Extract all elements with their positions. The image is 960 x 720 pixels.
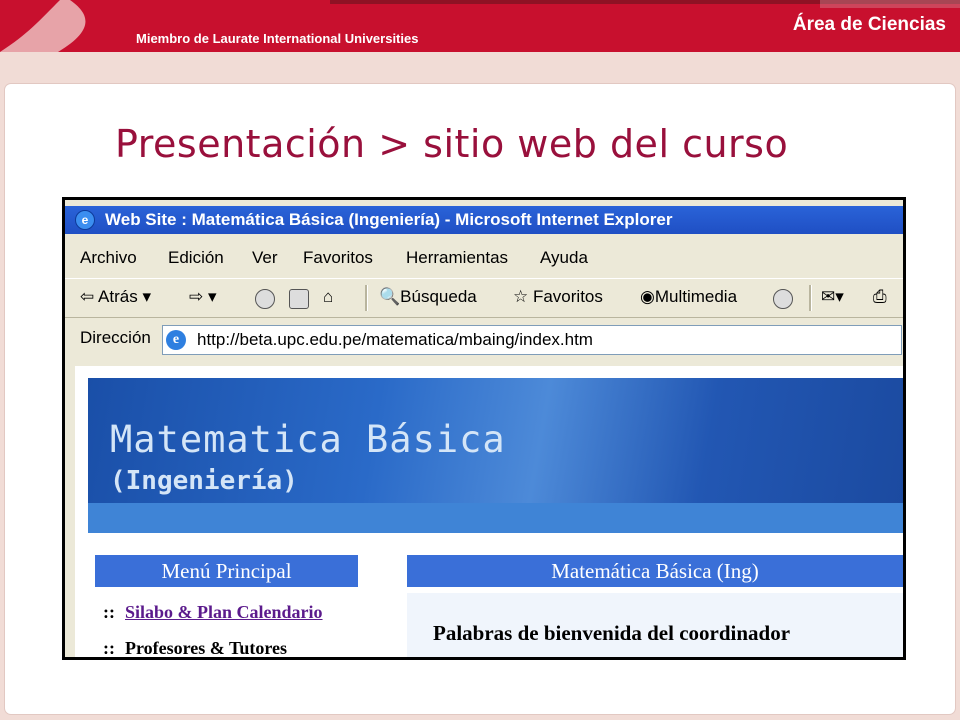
menu-herramientas[interactable]: Herramientas [406,248,508,268]
header-decoration [820,0,960,8]
browser-menu-bar: Archivo Edición Ver Favoritos Herramient… [65,242,903,274]
banner-title: Matematica Básica [110,418,506,461]
menu-item: :: Profesores & Tutores [103,638,287,658]
favorites-label: Favoritos [532,287,603,306]
multimedia-label: Multimedia [654,287,738,306]
back-label: Atrás [98,287,138,306]
menu-ver[interactable]: Ver [252,248,278,268]
slide-title: Presentación > sitio web del curso [115,122,789,166]
banner-stripe [88,503,903,533]
mail-icon[interactable]: ✉▾ [821,287,844,307]
favorites-button[interactable]: ☆ Favoritos [513,287,603,307]
area-title: Área de Ciencias [792,14,946,35]
site-banner: Matematica Básica (Ingeniería) [88,378,903,533]
print-icon[interactable]: ⎙ [873,287,887,307]
back-button[interactable]: ⇦ Atrás ▾ [80,287,151,307]
address-label: Dirección [80,328,151,347]
ie-icon: e [75,210,95,230]
menu-ayuda[interactable]: Ayuda [540,248,588,268]
star-icon: ☆ [513,287,533,306]
forward-button[interactable]: ⇨ ▾ [189,287,217,307]
browser-toolbar: ⇦ Atrás ▾ ⇨ ▾ ⌂ 🔍Búsqueda ☆ Favoritos ◉M… [65,278,903,318]
address-input[interactable]: e http://beta.upc.edu.pe/matematica/mbai… [162,325,902,355]
menu-item: :: Silabo & Plan Calendario [103,602,323,623]
multimedia-button[interactable]: ◉Multimedia [640,287,737,307]
browser-screenshot: e Web Site : Matemática Básica (Ingenier… [62,197,906,660]
search-label: Búsqueda [400,287,477,306]
slide-panel: Presentación > sitio web del curso e Web… [5,84,955,714]
search-icon: 🔍 [379,287,401,306]
media-icon: ◉ [640,287,655,306]
home-icon[interactable]: ⌂ [323,287,333,307]
address-url: http://beta.upc.edu.pe/matematica/mbaing… [197,330,593,349]
browser-title-bar: e Web Site : Matemática Básica (Ingenier… [65,206,903,234]
main-heading: Matemática Básica (Ing) [407,555,903,587]
profesores-link[interactable]: Profesores & Tutores [125,638,287,657]
forward-arrow-icon: ⇨ ▾ [189,287,217,306]
header-bar: Miembro de Laurate International Univers… [0,0,960,52]
member-text: Miembro de Laurate International Univers… [136,31,419,46]
window-title: Web Site : Matemática Básica (Ingeniería… [105,210,673,229]
menu-bullet: :: [103,638,115,658]
toolbar-separator [365,285,368,311]
stop-icon[interactable] [255,289,275,309]
toolbar-separator [809,285,812,311]
refresh-icon[interactable] [289,289,309,309]
address-bar: Dirección e http://beta.upc.edu.pe/matem… [65,318,903,358]
silabo-link[interactable]: Silabo & Plan Calendario [125,602,323,622]
web-page: Matematica Básica (Ingeniería) Menú Prin… [75,366,903,657]
banner-subtitle: (Ingeniería) [110,466,298,496]
page-icon: e [166,330,186,350]
menu-archivo[interactable]: Archivo [80,248,137,268]
welcome-heading: Palabras de bienvenida del coordinador [433,621,791,645]
back-arrow-icon: ⇦ [80,287,99,306]
history-icon[interactable] [773,289,793,309]
university-logo [0,0,136,52]
search-button[interactable]: 🔍Búsqueda [379,287,477,307]
menu-edicion[interactable]: Edición [168,248,224,268]
menu-heading: Menú Principal [95,555,358,587]
menu-favoritos[interactable]: Favoritos [303,248,373,268]
menu-bullet: :: [103,602,115,622]
